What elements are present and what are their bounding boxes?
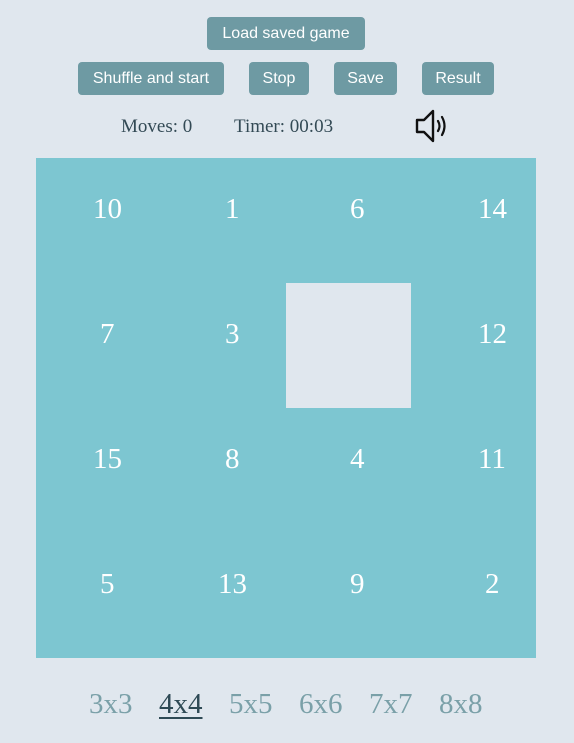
empty-cell bbox=[286, 283, 411, 408]
tile-number: 4 bbox=[350, 443, 365, 475]
puzzle-tile[interactable]: 12 bbox=[411, 283, 536, 408]
puzzle-tile[interactable]: 8 bbox=[161, 408, 286, 533]
tile-number: 7 bbox=[100, 318, 115, 350]
size-option-5x5[interactable]: 5x5 bbox=[229, 688, 273, 721]
size-option-6x6[interactable]: 6x6 bbox=[299, 688, 343, 721]
puzzle-tile[interactable]: 4 bbox=[286, 408, 411, 533]
moves-counter: Moves: 0 bbox=[121, 116, 193, 137]
tile-number: 1 bbox=[225, 193, 240, 225]
puzzle-tile[interactable]: 1 bbox=[161, 158, 286, 283]
tile-number: 6 bbox=[350, 193, 365, 225]
puzzle-tile[interactable]: 14 bbox=[411, 158, 536, 283]
size-option-7x7[interactable]: 7x7 bbox=[369, 688, 413, 721]
puzzle-tile[interactable]: 2 bbox=[411, 533, 536, 658]
timer-display: Timer: 00:03 bbox=[234, 116, 334, 137]
tile-number: 10 bbox=[93, 193, 122, 225]
speaker-icon[interactable] bbox=[414, 108, 452, 144]
puzzle-tile[interactable]: 3 bbox=[161, 283, 286, 408]
tile-number: 5 bbox=[100, 568, 115, 600]
puzzle-board: 10 1 6 14 7 3 12 15 8 4 11 5 13 9 2 bbox=[36, 158, 536, 658]
tile-number: 9 bbox=[350, 568, 365, 600]
size-option-8x8[interactable]: 8x8 bbox=[439, 688, 483, 721]
puzzle-tile[interactable]: 10 bbox=[36, 158, 161, 283]
tile-number: 11 bbox=[478, 443, 506, 475]
puzzle-tile[interactable]: 9 bbox=[286, 533, 411, 658]
tile-number: 14 bbox=[478, 193, 507, 225]
size-option-3x3[interactable]: 3x3 bbox=[89, 688, 133, 721]
tile-number: 12 bbox=[478, 318, 507, 350]
load-saved-game-button[interactable]: Load saved game bbox=[207, 17, 365, 50]
stop-button[interactable]: Stop bbox=[249, 62, 309, 95]
puzzle-tile[interactable]: 11 bbox=[411, 408, 536, 533]
puzzle-tile[interactable]: 15 bbox=[36, 408, 161, 533]
size-option-4x4[interactable]: 4x4 bbox=[159, 688, 203, 721]
tile-number: 2 bbox=[485, 568, 500, 600]
tile-number: 8 bbox=[225, 443, 240, 475]
shuffle-and-start-button[interactable]: Shuffle and start bbox=[78, 62, 224, 95]
puzzle-tile[interactable]: 7 bbox=[36, 283, 161, 408]
tile-number: 15 bbox=[93, 443, 122, 475]
result-button[interactable]: Result bbox=[422, 62, 494, 95]
puzzle-tile[interactable]: 13 bbox=[161, 533, 286, 658]
tile-number: 3 bbox=[225, 318, 240, 350]
puzzle-tile[interactable]: 5 bbox=[36, 533, 161, 658]
tile-number: 13 bbox=[218, 568, 247, 600]
puzzle-tile[interactable]: 6 bbox=[286, 158, 411, 283]
save-button[interactable]: Save bbox=[334, 62, 397, 95]
